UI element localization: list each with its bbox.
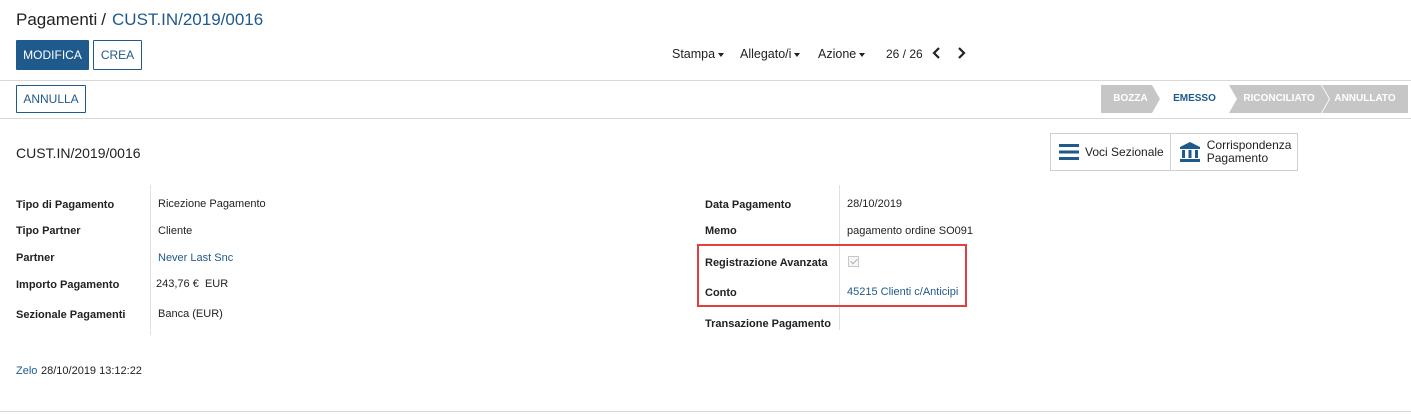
chevron-right-icon [958, 47, 966, 59]
payment-matching-button[interactable]: Corrispondenza Pagamento [1169, 134, 1298, 170]
pager-next-button[interactable] [954, 44, 968, 62]
payment-type-value: Ricezione Pagamento [158, 198, 266, 210]
edit-button[interactable]: MODIFICA [16, 40, 89, 70]
status-stage-cancelled[interactable]: ANNULLATO [1322, 85, 1408, 113]
partner-type-value: Cliente [158, 225, 193, 237]
advanced-registration-checkbox [848, 256, 859, 267]
header-divider [0, 118, 1411, 119]
payment-date-label: Data Pagamento [705, 199, 792, 211]
account-link[interactable]: 45215 Clienti c/Anticipi [847, 286, 958, 298]
status-stage-reconciled[interactable]: RICONCILIATO [1229, 85, 1329, 113]
smart-button-box: Voci Sezionale Corrispondenza Pagamento [1050, 133, 1299, 171]
breadcrumb: Pagamenti / CUST.IN/2019/0016 [16, 10, 263, 30]
create-button[interactable]: CREA [93, 40, 142, 70]
payment-journal-label: Sezionale Pagamenti [16, 309, 126, 321]
journal-items-label: Voci Sezionale [1085, 144, 1164, 159]
payment-matching-label-line1: Corrispondenza [1206, 138, 1292, 152]
breadcrumb-current: CUST.IN/2019/0016 [112, 10, 264, 29]
payment-matching-label: Corrispondenza Pagamento [1207, 139, 1292, 165]
memo-label: Memo [705, 225, 737, 237]
amount-currency: EUR [204, 278, 229, 290]
list-icon [1059, 144, 1079, 160]
caret-down-icon [794, 52, 801, 57]
status-stage-posted[interactable]: EMESSO [1153, 85, 1236, 113]
breadcrumb-separator: / [101, 10, 107, 29]
breadcrumb-parent[interactable]: Pagamenti [16, 10, 97, 29]
cancel-payment-button[interactable]: ANNULLA [16, 85, 86, 113]
partner-type-label: Tipo Partner [16, 225, 81, 237]
payment-date-value: 28/10/2019 [847, 198, 903, 210]
partner-link[interactable]: Never Last Snc [158, 252, 233, 264]
chatter-author-link[interactable]: Zelo [16, 365, 37, 377]
print-dropdown-label: Stampa [672, 47, 716, 61]
bank-icon [1179, 142, 1200, 162]
record-title: CUST.IN/2019/0016 [16, 145, 141, 161]
payment-type-label: Tipo di Pagamento [16, 199, 115, 211]
memo-value: pagamento ordine SO091 [847, 225, 973, 237]
amount-label: Importo Pagamento [16, 279, 120, 291]
pager-previous-button[interactable] [930, 44, 944, 62]
account-label: Conto [705, 287, 737, 299]
attachments-dropdown[interactable]: Allegato/i [740, 47, 801, 61]
action-dropdown-label: Azione [818, 47, 857, 61]
payment-journal-value: Banca (EUR) [158, 308, 223, 320]
status-stage-draft[interactable]: BOZZA [1101, 85, 1160, 113]
journal-items-button[interactable]: Voci Sezionale [1051, 134, 1170, 170]
chatter-timestamp: 28/10/2019 13:12:22 [41, 365, 142, 377]
caret-down-icon [859, 52, 866, 57]
payment-matching-label-line2: Pagamento [1206, 151, 1269, 165]
chevron-left-icon [932, 47, 940, 59]
action-dropdown[interactable]: Azione [818, 47, 866, 61]
right-group-separator [839, 185, 840, 330]
sheet-bottom-border [0, 411, 1411, 412]
pager-value[interactable]: 26 / 26 [886, 47, 923, 61]
caret-down-icon [718, 52, 725, 57]
amount-number: 243,76 € [156, 278, 199, 290]
partner-label: Partner [16, 252, 55, 264]
attachments-dropdown-label: Allegato/i [740, 47, 792, 61]
left-group-separator [150, 185, 151, 335]
advanced-registration-label: Registrazione Avanzata [705, 257, 828, 269]
payment-transaction-label: Transazione Pagamento [705, 318, 831, 330]
control-panel-divider [0, 80, 1411, 81]
amount-value: 243,76 € EUR [156, 278, 228, 290]
status-bar: BOZZA EMESSO RICONCILIATO ANNULLATO [1101, 85, 1408, 113]
print-dropdown[interactable]: Stampa [672, 47, 725, 61]
